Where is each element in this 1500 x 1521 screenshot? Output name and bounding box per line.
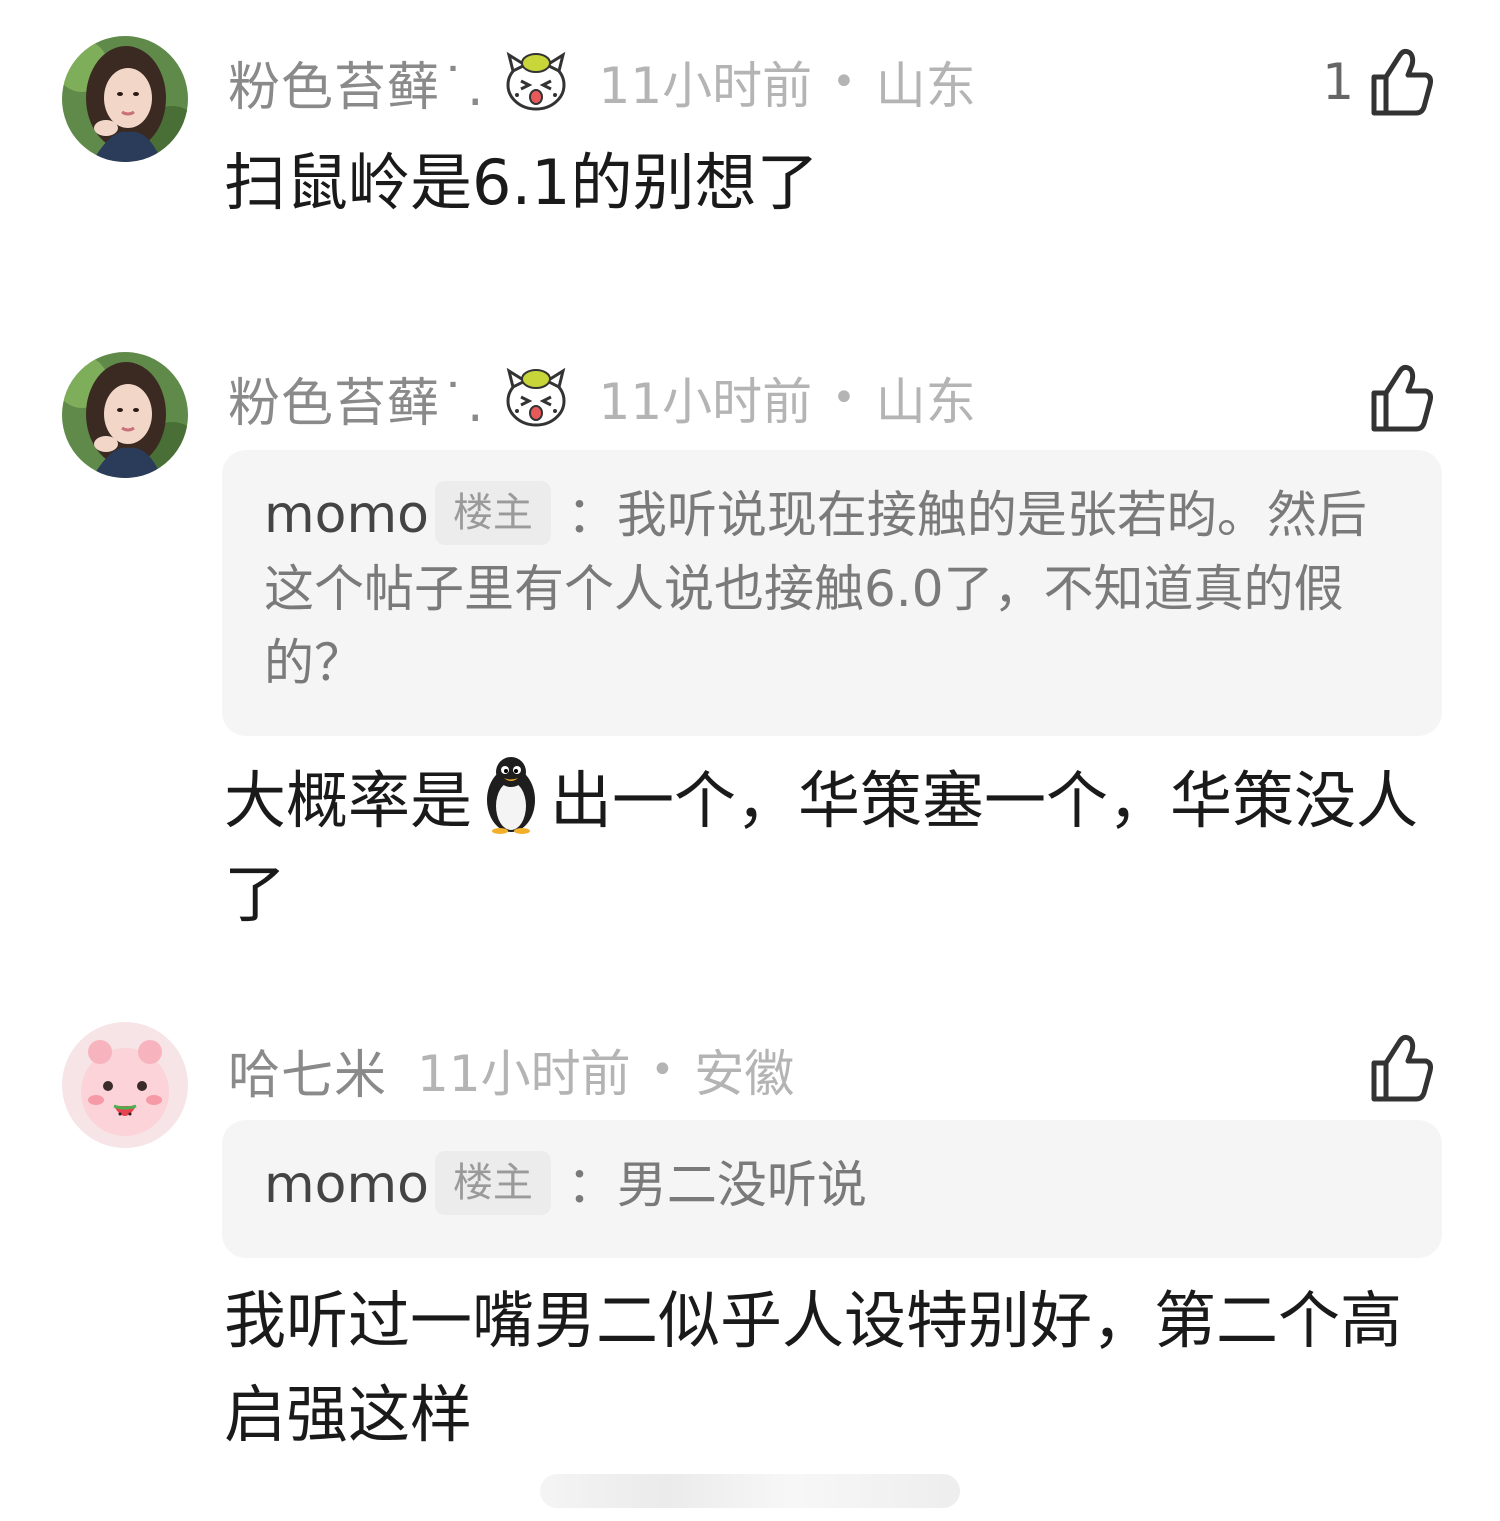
user-avatar[interactable] <box>62 36 188 162</box>
thumbs-up-icon <box>1368 1033 1434 1103</box>
quoted-reply[interactable]: momo 楼主 ：男二没听说 <box>222 1120 1442 1258</box>
user-avatar[interactable] <box>62 1022 188 1148</box>
comment-time: 11小时前 <box>598 373 813 431</box>
thumbs-up-icon <box>1368 363 1434 433</box>
like-button[interactable]: 1 <box>1322 42 1434 122</box>
comment-body: 扫鼠岭是6.1的别想了 <box>224 146 819 219</box>
comment-location: 山东 <box>875 57 976 115</box>
username[interactable]: 粉色苔藓˙. <box>228 45 485 120</box>
penguin-emoji-icon <box>478 754 544 834</box>
comment-meta: 哈七米 11小时前 • 安徽 <box>228 1030 794 1110</box>
meta-separator: • <box>650 1047 675 1093</box>
username[interactable]: 粉色苔藓˙. <box>228 361 485 436</box>
comment-body: 我听过一嘴男二似乎人设特别好，第二个高启强这样 <box>224 1284 1403 1451</box>
cartoon-cat-badge-icon <box>503 365 569 431</box>
comment-time: 11小时前 <box>598 57 813 115</box>
cartoon-cat-badge-icon <box>503 49 569 115</box>
user-avatar[interactable] <box>62 352 188 478</box>
quoted-text: ：我听说现在接触的是张若昀。然后这个帖子里有个人说也接触6.0了，不知道真的假的… <box>264 486 1367 692</box>
comment-location: 安徽 <box>694 1045 795 1103</box>
comment-body: 大概率是 出一个，华策塞一个，华策没人了 <box>224 754 1454 942</box>
meta-separator: • <box>832 59 856 105</box>
meta-separator: • <box>832 375 856 421</box>
comment-location: 山东 <box>875 373 976 431</box>
comment-meta: 粉色苔藓˙. 11小时前 • 山东 <box>228 358 976 438</box>
quoted-username[interactable]: momo <box>264 485 429 545</box>
comment-time: 11小时前 <box>417 1045 631 1103</box>
owner-badge: 楼主 <box>434 481 551 545</box>
quoted-text: ：男二没听说 <box>566 1156 867 1214</box>
like-button[interactable] <box>1368 358 1434 438</box>
scroll-indicator <box>540 1474 960 1508</box>
quoted-username[interactable]: momo <box>264 1155 429 1215</box>
like-count: 1 <box>1322 53 1354 111</box>
comment-meta: 粉色苔藓˙. 11小时前 • 山东 <box>228 42 976 122</box>
owner-badge: 楼主 <box>434 1151 551 1215</box>
like-button[interactable] <box>1368 1028 1434 1108</box>
username[interactable]: 哈七米 <box>228 1033 387 1108</box>
comment-body-part: 大概率是 <box>224 764 473 837</box>
quoted-reply[interactable]: momo 楼主 ：我听说现在接触的是张若昀。然后这个帖子里有个人说也接触6.0了，不… <box>222 450 1442 736</box>
thumbs-up-icon <box>1368 47 1434 117</box>
